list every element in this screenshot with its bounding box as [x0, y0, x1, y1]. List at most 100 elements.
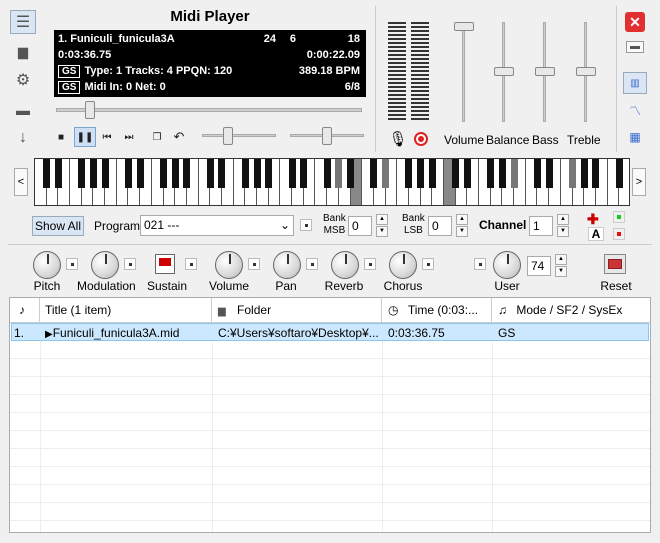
black-key[interactable]	[452, 159, 460, 188]
black-key[interactable]	[569, 159, 577, 188]
tempo-slider[interactable]	[202, 134, 276, 137]
black-key[interactable]	[382, 159, 390, 188]
spectrum-view-button[interactable]: ▥	[623, 72, 647, 94]
modulation-knob[interactable]	[91, 251, 119, 279]
piano-scroll-right[interactable]: >	[632, 168, 646, 196]
black-key[interactable]	[370, 159, 378, 188]
black-key[interactable]	[545, 159, 553, 188]
table-view-button[interactable]: ▦	[623, 126, 647, 148]
black-key[interactable]	[405, 159, 413, 188]
reset-button[interactable]	[604, 254, 626, 274]
repeat-button[interactable]: ↶	[168, 127, 190, 147]
volume-reset[interactable]	[248, 258, 260, 270]
black-key[interactable]	[323, 159, 331, 188]
black-key[interactable]	[206, 159, 214, 188]
seek-thumb[interactable]	[85, 101, 95, 119]
spin-down-icon[interactable]: ▼	[557, 226, 569, 237]
program-select[interactable]: 021 --- ⌄	[140, 215, 294, 236]
black-key[interactable]	[335, 159, 343, 188]
piano-keyboard[interactable]	[34, 158, 630, 206]
black-key[interactable]	[463, 159, 471, 188]
open-folder-button[interactable]: ▆	[10, 40, 36, 64]
black-key[interactable]	[54, 159, 62, 188]
a-button[interactable]: A	[588, 227, 604, 241]
spin-up-icon[interactable]: ▲	[555, 254, 567, 265]
black-key[interactable]	[171, 159, 179, 188]
spin-up-icon[interactable]: ▲	[376, 214, 388, 225]
volume-slider[interactable]	[462, 22, 465, 122]
column-header-title[interactable]: Title (1 item)	[40, 298, 212, 323]
column-header-icon[interactable]: ♪	[10, 298, 40, 323]
black-key[interactable]	[498, 159, 506, 188]
column-header-time[interactable]: ◷ Time (0:03:...	[382, 298, 492, 323]
comment-button[interactable]: ▬	[10, 98, 36, 122]
spin-down-icon[interactable]: ▼	[376, 226, 388, 237]
spin-down-icon[interactable]: ▼	[555, 266, 567, 277]
graph-view-button[interactable]: 〽	[623, 99, 647, 121]
column-header-folder[interactable]: ▆ Folder	[212, 298, 382, 323]
column-header-mode[interactable]: ♫ Mode / SF2 / SysEx	[492, 298, 650, 323]
black-key[interactable]	[160, 159, 168, 188]
channel-spinner[interactable]: ▲ ▼	[557, 214, 569, 238]
stop-button[interactable]: ■	[50, 127, 72, 147]
balance-slider-thumb[interactable]	[494, 67, 514, 76]
volume-slider-thumb[interactable]	[454, 22, 474, 31]
add-channel-button[interactable]: ✚	[587, 211, 599, 228]
black-key[interactable]	[101, 159, 109, 188]
sustain-reset[interactable]	[185, 258, 197, 270]
pitch-reset[interactable]	[66, 258, 78, 270]
modulation-reset[interactable]	[124, 258, 136, 270]
spin-up-icon[interactable]: ▲	[456, 214, 468, 225]
menu-button[interactable]: ☰	[10, 10, 36, 34]
black-key[interactable]	[510, 159, 518, 188]
green-indicator[interactable]	[613, 211, 625, 223]
black-key[interactable]	[487, 159, 495, 188]
close-button[interactable]: ✕	[625, 12, 645, 32]
black-key[interactable]	[136, 159, 144, 188]
reverb-reset[interactable]	[364, 258, 376, 270]
black-key[interactable]	[580, 159, 588, 188]
tempo-slider-thumb[interactable]	[223, 127, 233, 145]
previous-button[interactable]: ⏮	[96, 127, 118, 147]
pan-reset[interactable]	[306, 258, 318, 270]
minimize-button[interactable]	[626, 41, 644, 53]
program-apply-button[interactable]	[300, 219, 312, 231]
user-value-input[interactable]: 74	[527, 256, 551, 276]
user-assign[interactable]	[474, 258, 486, 270]
black-key[interactable]	[615, 159, 623, 188]
black-key[interactable]	[241, 159, 249, 188]
black-key[interactable]	[89, 159, 97, 188]
spin-up-icon[interactable]: ▲	[557, 214, 569, 225]
black-key[interactable]	[78, 159, 86, 188]
treble-slider-thumb[interactable]	[576, 67, 596, 76]
next-button[interactable]: ⏭	[118, 127, 140, 147]
microphone-button[interactable]: 🎙	[388, 128, 408, 150]
black-key[interactable]	[428, 159, 436, 188]
user-spinner[interactable]: ▲ ▼	[555, 254, 567, 278]
show-all-button[interactable]: Show All	[32, 216, 84, 236]
sustain-toggle[interactable]	[155, 254, 175, 274]
black-key[interactable]	[417, 159, 425, 188]
user-knob[interactable]	[493, 251, 521, 279]
volume-knob[interactable]	[215, 251, 243, 279]
black-key[interactable]	[534, 159, 541, 188]
bank-lsb-spinner[interactable]: ▲ ▼	[456, 214, 468, 238]
window-button[interactable]: ❐	[146, 127, 168, 147]
seek-bar[interactable]	[56, 108, 362, 112]
black-key[interactable]	[300, 159, 308, 188]
pause-button[interactable]: ❚❚	[74, 127, 96, 147]
playlist[interactable]: ♪ Title (1 item) ▆ Folder ◷ Time (0:03:.…	[9, 297, 651, 533]
black-key[interactable]	[183, 159, 191, 188]
pitch-slider-thumb[interactable]	[322, 127, 332, 145]
black-key[interactable]	[124, 159, 132, 188]
red-indicator[interactable]	[613, 228, 625, 240]
chorus-knob[interactable]	[389, 251, 417, 279]
record-button[interactable]	[414, 132, 428, 146]
bank-msb-input[interactable]: 0	[348, 216, 372, 236]
reverb-knob[interactable]	[331, 251, 359, 279]
pan-knob[interactable]	[273, 251, 301, 279]
chorus-reset[interactable]	[422, 258, 434, 270]
bank-lsb-input[interactable]: 0	[428, 216, 452, 236]
black-key[interactable]	[288, 159, 296, 188]
black-key[interactable]	[592, 159, 600, 188]
